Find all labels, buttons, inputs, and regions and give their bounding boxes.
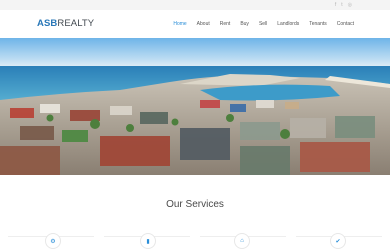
twitter-icon[interactable]: t bbox=[341, 2, 342, 8]
hero-image bbox=[0, 38, 390, 175]
services-heading: Our Services bbox=[166, 199, 224, 210]
hero-photo bbox=[0, 38, 390, 175]
top-strip: f t ◎ bbox=[0, 0, 390, 10]
services-cards: ⚙ ▮ ⌂ ✔ bbox=[0, 233, 390, 249]
nav-contact[interactable]: Contact bbox=[337, 21, 354, 27]
check-icon: ✔ bbox=[330, 233, 346, 249]
home-icon: ⌂ bbox=[234, 233, 250, 249]
nav-sell[interactable]: Sell bbox=[259, 21, 267, 27]
nav-about[interactable]: About bbox=[197, 21, 210, 27]
gears-icon: ⚙ bbox=[45, 233, 61, 249]
nav-home[interactable]: Home bbox=[173, 21, 186, 27]
logo-regular: REALTY bbox=[57, 18, 95, 29]
nav-buy[interactable]: Buy bbox=[240, 21, 249, 27]
nav-tenants[interactable]: Tenants bbox=[309, 21, 327, 27]
site-header: ASBREALTY Home About Rent Buy Sell Landl… bbox=[0, 10, 390, 38]
facebook-icon[interactable]: f bbox=[335, 2, 336, 8]
nav-rent[interactable]: Rent bbox=[220, 21, 231, 27]
site-logo[interactable]: ASBREALTY bbox=[37, 19, 94, 29]
instagram-icon[interactable]: ◎ bbox=[348, 2, 352, 8]
bar-chart-icon: ▮ bbox=[140, 233, 156, 249]
nav-landlords[interactable]: Landlords bbox=[277, 21, 299, 27]
social-links: f t ◎ bbox=[335, 2, 352, 8]
main-nav: Home About Rent Buy Sell Landlords Tenan… bbox=[163, 21, 354, 27]
logo-bold: ASB bbox=[37, 18, 58, 29]
